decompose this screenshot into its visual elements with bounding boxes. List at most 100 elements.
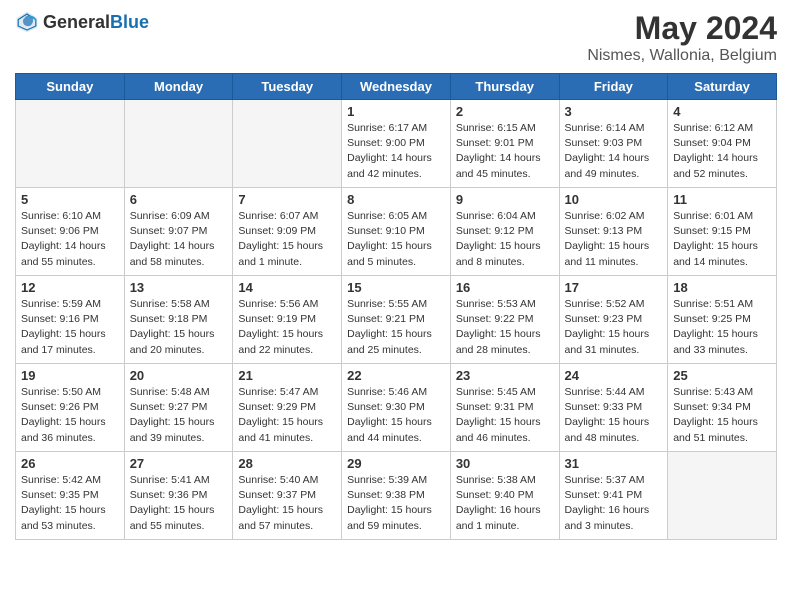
calendar-cell: [668, 452, 777, 540]
calendar-cell: 22 Sunrise: 5:46 AM Sunset: 9:30 PM Dayli…: [342, 364, 451, 452]
logo: GeneralBlue: [15, 10, 149, 34]
calendar-cell: 6Sunrise: 6:09 AM Sunset: 9:07 PM Daylig…: [124, 188, 233, 276]
calendar-cell: 29 Sunrise: 5:39 AM Sunset: 9:38 PM Dayli…: [342, 452, 451, 540]
day-number: 20: [130, 368, 228, 383]
day-info: Sunrise: 5:59 AM Sunset: 9:16 PM Dayligh…: [21, 297, 119, 358]
logo-text: GeneralBlue: [43, 12, 149, 33]
calendar-cell: 2Sunrise: 6:15 AM Sunset: 9:01 PM Daylig…: [450, 100, 559, 188]
day-number: 19: [21, 368, 119, 383]
day-info: Sunrise: 5:39 AM Sunset: 9:38 PM Dayligh…: [347, 473, 445, 534]
day-number: 28: [238, 456, 336, 471]
day-info: Sunrise: 6:10 AM Sunset: 9:06 PM Dayligh…: [21, 209, 119, 270]
day-number: 15: [347, 280, 445, 295]
main-title: May 2024: [587, 10, 777, 47]
calendar-cell: 11Sunrise: 6:01 AM Sunset: 9:15 PM Dayli…: [668, 188, 777, 276]
calendar-cell: 15 Sunrise: 5:55 AM Sunset: 9:21 PM Dayli…: [342, 276, 451, 364]
day-number: 6: [130, 192, 228, 207]
day-info: Sunrise: 6:07 AM Sunset: 9:09 PM Dayligh…: [238, 209, 336, 270]
day-info: Sunrise: 5:44 AM Sunset: 9:33 PM Dayligh…: [565, 385, 663, 446]
calendar-cell: 19 Sunrise: 5:50 AM Sunset: 9:26 PM Dayli…: [16, 364, 125, 452]
calendar-cell: 16 Sunrise: 5:53 AM Sunset: 9:22 PM Dayli…: [450, 276, 559, 364]
weekday-monday: Monday: [124, 74, 233, 100]
day-info: Sunrise: 6:14 AM Sunset: 9:03 PM Dayligh…: [565, 121, 663, 182]
weekday-wednesday: Wednesday: [342, 74, 451, 100]
calendar-cell: 28 Sunrise: 5:40 AM Sunset: 9:37 PM Dayli…: [233, 452, 342, 540]
day-info: Sunrise: 5:43 AM Sunset: 9:34 PM Dayligh…: [673, 385, 771, 446]
week-row-3: 12 Sunrise: 5:59 AM Sunset: 9:16 PM Dayli…: [16, 276, 777, 364]
calendar-cell: 10 Sunrise: 6:02 AM Sunset: 9:13 PM Dayli…: [559, 188, 668, 276]
calendar-cell: 12 Sunrise: 5:59 AM Sunset: 9:16 PM Dayli…: [16, 276, 125, 364]
day-info: Sunrise: 5:38 AM Sunset: 9:40 PM Dayligh…: [456, 473, 554, 534]
day-number: 4: [673, 104, 771, 119]
calendar-cell: 17 Sunrise: 5:52 AM Sunset: 9:23 PM Dayli…: [559, 276, 668, 364]
calendar-cell: 14Sunrise: 5:56 AM Sunset: 9:19 PM Dayli…: [233, 276, 342, 364]
calendar-cell: 20 Sunrise: 5:48 AM Sunset: 9:27 PM Dayli…: [124, 364, 233, 452]
weekday-sunday: Sunday: [16, 74, 125, 100]
day-info: Sunrise: 5:53 AM Sunset: 9:22 PM Dayligh…: [456, 297, 554, 358]
calendar-cell: 9 Sunrise: 6:04 AM Sunset: 9:12 PM Daylig…: [450, 188, 559, 276]
day-info: Sunrise: 5:45 AM Sunset: 9:31 PM Dayligh…: [456, 385, 554, 446]
day-number: 12: [21, 280, 119, 295]
day-number: 25: [673, 368, 771, 383]
day-number: 18: [673, 280, 771, 295]
calendar-cell: 8Sunrise: 6:05 AM Sunset: 9:10 PM Daylig…: [342, 188, 451, 276]
calendar-cell: [16, 100, 125, 188]
day-number: 10: [565, 192, 663, 207]
calendar-cell: 13 Sunrise: 5:58 AM Sunset: 9:18 PM Dayli…: [124, 276, 233, 364]
day-info: Sunrise: 5:56 AM Sunset: 9:19 PM Dayligh…: [238, 297, 336, 358]
day-number: 7: [238, 192, 336, 207]
weekday-tuesday: Tuesday: [233, 74, 342, 100]
day-info: Sunrise: 5:46 AM Sunset: 9:30 PM Dayligh…: [347, 385, 445, 446]
week-row-2: 5 Sunrise: 6:10 AM Sunset: 9:06 PM Daylig…: [16, 188, 777, 276]
title-area: May 2024 Nismes, Wallonia, Belgium: [587, 10, 777, 65]
day-number: 16: [456, 280, 554, 295]
day-info: Sunrise: 5:55 AM Sunset: 9:21 PM Dayligh…: [347, 297, 445, 358]
calendar-cell: 4 Sunrise: 6:12 AM Sunset: 9:04 PM Daylig…: [668, 100, 777, 188]
weekday-thursday: Thursday: [450, 74, 559, 100]
day-info: Sunrise: 5:48 AM Sunset: 9:27 PM Dayligh…: [130, 385, 228, 446]
week-row-5: 26Sunrise: 5:42 AM Sunset: 9:35 PM Dayli…: [16, 452, 777, 540]
day-number: 30: [456, 456, 554, 471]
day-info: Sunrise: 6:15 AM Sunset: 9:01 PM Dayligh…: [456, 121, 554, 182]
day-number: 29: [347, 456, 445, 471]
calendar-cell: [124, 100, 233, 188]
day-info: Sunrise: 5:40 AM Sunset: 9:37 PM Dayligh…: [238, 473, 336, 534]
calendar-cell: 1Sunrise: 6:17 AM Sunset: 9:00 PM Daylig…: [342, 100, 451, 188]
day-info: Sunrise: 5:37 AM Sunset: 9:41 PM Dayligh…: [565, 473, 663, 534]
day-info: Sunrise: 6:12 AM Sunset: 9:04 PM Dayligh…: [673, 121, 771, 182]
day-number: 22: [347, 368, 445, 383]
day-info: Sunrise: 5:58 AM Sunset: 9:18 PM Dayligh…: [130, 297, 228, 358]
calendar-cell: 5 Sunrise: 6:10 AM Sunset: 9:06 PM Daylig…: [16, 188, 125, 276]
calendar-cell: [233, 100, 342, 188]
weekday-saturday: Saturday: [668, 74, 777, 100]
day-number: 26: [21, 456, 119, 471]
day-info: Sunrise: 6:04 AM Sunset: 9:12 PM Dayligh…: [456, 209, 554, 270]
calendar-cell: 25 Sunrise: 5:43 AM Sunset: 9:34 PM Dayli…: [668, 364, 777, 452]
week-row-1: 1Sunrise: 6:17 AM Sunset: 9:00 PM Daylig…: [16, 100, 777, 188]
calendar-cell: 24Sunrise: 5:44 AM Sunset: 9:33 PM Dayli…: [559, 364, 668, 452]
day-info: Sunrise: 5:50 AM Sunset: 9:26 PM Dayligh…: [21, 385, 119, 446]
calendar-cell: 3Sunrise: 6:14 AM Sunset: 9:03 PM Daylig…: [559, 100, 668, 188]
day-number: 27: [130, 456, 228, 471]
calendar-cell: 27 Sunrise: 5:41 AM Sunset: 9:36 PM Dayli…: [124, 452, 233, 540]
day-info: Sunrise: 5:51 AM Sunset: 9:25 PM Dayligh…: [673, 297, 771, 358]
calendar-body: 1Sunrise: 6:17 AM Sunset: 9:00 PM Daylig…: [16, 100, 777, 540]
day-number: 5: [21, 192, 119, 207]
day-info: Sunrise: 6:17 AM Sunset: 9:00 PM Dayligh…: [347, 121, 445, 182]
week-row-4: 19 Sunrise: 5:50 AM Sunset: 9:26 PM Dayli…: [16, 364, 777, 452]
logo-general: General: [43, 12, 110, 32]
day-number: 13: [130, 280, 228, 295]
day-info: Sunrise: 5:52 AM Sunset: 9:23 PM Dayligh…: [565, 297, 663, 358]
day-info: Sunrise: 6:01 AM Sunset: 9:15 PM Dayligh…: [673, 209, 771, 270]
day-info: Sunrise: 5:41 AM Sunset: 9:36 PM Dayligh…: [130, 473, 228, 534]
day-info: Sunrise: 6:02 AM Sunset: 9:13 PM Dayligh…: [565, 209, 663, 270]
day-number: 9: [456, 192, 554, 207]
calendar-cell: 18 Sunrise: 5:51 AM Sunset: 9:25 PM Dayli…: [668, 276, 777, 364]
subtitle: Nismes, Wallonia, Belgium: [587, 47, 777, 65]
weekday-friday: Friday: [559, 74, 668, 100]
day-info: Sunrise: 5:47 AM Sunset: 9:29 PM Dayligh…: [238, 385, 336, 446]
calendar-table: SundayMondayTuesdayWednesdayThursdayFrid…: [15, 73, 777, 540]
day-number: 31: [565, 456, 663, 471]
logo-icon: [15, 10, 39, 34]
day-number: 17: [565, 280, 663, 295]
